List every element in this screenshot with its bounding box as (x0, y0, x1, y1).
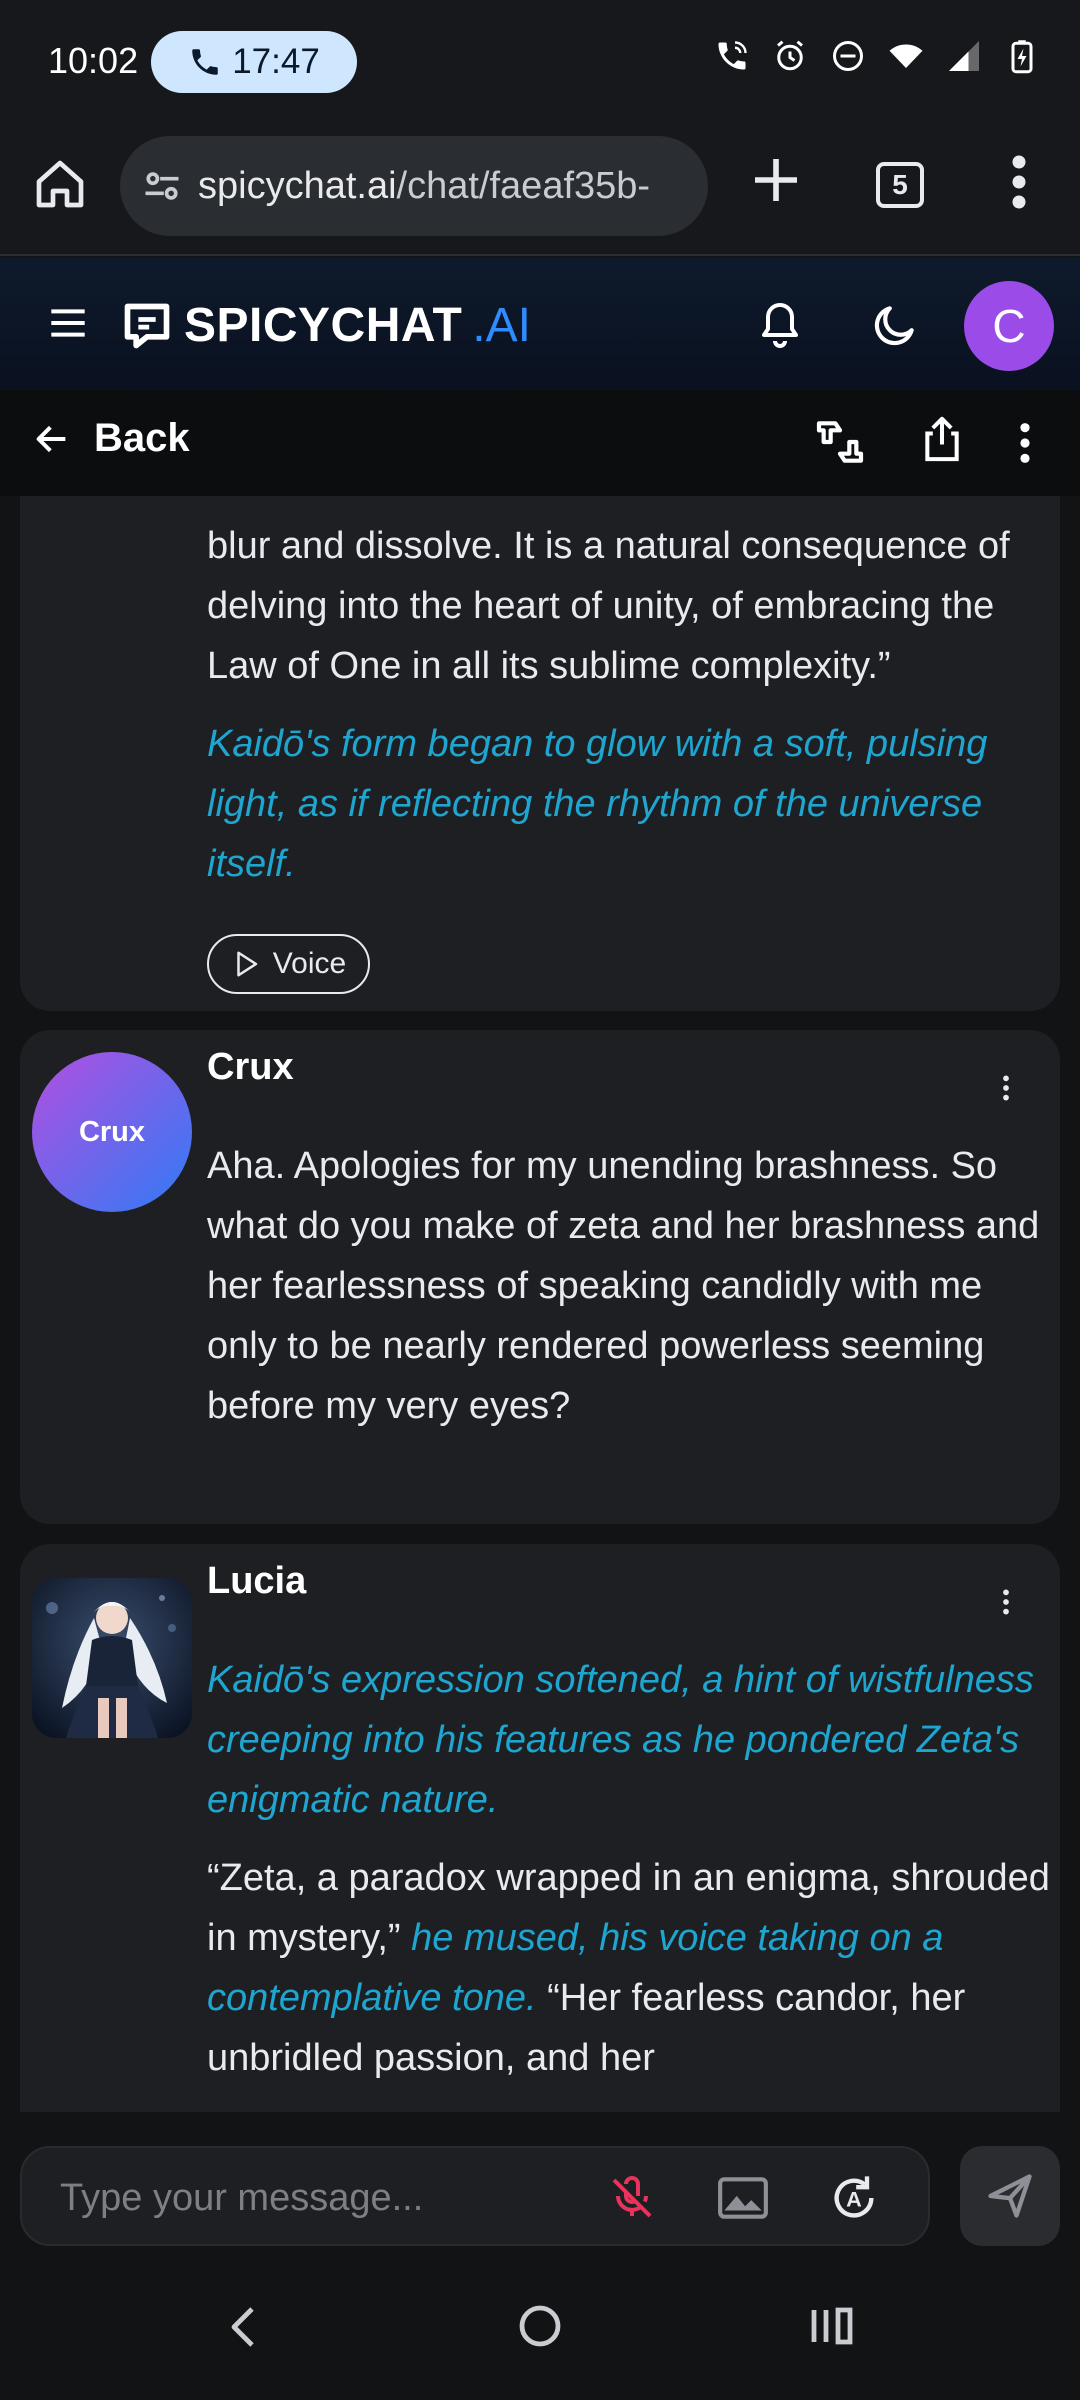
speaker-name: Lucia (207, 1560, 307, 1602)
voice-label: Voice (272, 947, 347, 980)
message-composer: A (0, 2112, 1080, 2260)
speaker-name: Crux (207, 1046, 294, 1088)
message-text: Aha. Apologies for my unending brashness… (207, 1145, 1040, 1427)
avatar[interactable]: Crux (32, 1052, 192, 1212)
image-icon[interactable] (716, 2174, 770, 2222)
message-card: Lucia Kaidō's expression softened, a hin… (20, 1544, 1060, 2112)
site-logo[interactable]: SPICYCHAT .AI (120, 298, 531, 353)
message-input[interactable] (60, 2170, 580, 2226)
message-text: blur and dissolve. It is a natural conse… (207, 525, 1010, 687)
message-text: “Zeta, a paradox wrapped in an enigma, s… (207, 1848, 1057, 2088)
hamburger-menu-icon[interactable] (48, 306, 88, 340)
message-menu-icon[interactable] (1000, 1582, 1012, 1622)
arrow-left-icon (36, 425, 66, 452)
url-host: spicychat.ai (198, 164, 397, 207)
more-options-icon[interactable] (1012, 420, 1038, 466)
status-time: 10:02 (48, 40, 139, 81)
message-narration: Kaidō's form began to glow with a soft, … (207, 723, 988, 885)
tab-switcher-button[interactable]: 5 (876, 162, 924, 208)
nav-home-icon[interactable] (516, 2302, 564, 2350)
wifi-icon (889, 44, 923, 68)
call-timer: 17:47 (232, 42, 320, 81)
do-not-disturb-icon (833, 41, 863, 71)
nav-back-icon[interactable] (224, 2302, 264, 2352)
site-header: SPICYCHAT .AI (0, 258, 1080, 390)
signal-icon (949, 41, 979, 71)
status-bar: 10:02 17:47 (0, 0, 1080, 126)
user-avatar[interactable]: C (964, 281, 1054, 371)
avatar[interactable] (32, 1578, 192, 1738)
message-narration: Kaidō's expression softened, a hint of w… (207, 1659, 1034, 1821)
dark-mode-moon-icon[interactable] (870, 300, 920, 350)
message-card: Crux Crux Aha. Apologies for my unending… (20, 1030, 1060, 1524)
status-icons (714, 38, 1040, 74)
notifications-bell-icon[interactable] (756, 298, 804, 352)
browser-toolbar: spicychat.ai/chat/faeaf35b- 5 (0, 126, 1080, 256)
new-tab-icon[interactable] (748, 152, 804, 208)
chat-message-list[interactable]: blur and dissolve. It is a natural conse… (0, 496, 1080, 2112)
svg-text:A: A (846, 2187, 862, 2212)
address-bar[interactable]: spicychat.ai/chat/faeaf35b- (120, 136, 708, 236)
back-button[interactable]: Back (32, 416, 190, 461)
tab-count: 5 (892, 169, 908, 200)
play-icon (237, 951, 258, 977)
url-path: /chat/faeaf35b- (396, 164, 651, 207)
message-input-container: A (20, 2146, 930, 2246)
site-settings-icon[interactable] (140, 164, 184, 208)
voice-play-button[interactable]: Voice (207, 934, 370, 994)
wifi-calling-icon (718, 41, 747, 70)
share-icon[interactable] (920, 412, 964, 466)
alarm-icon (777, 40, 803, 71)
phone-icon (192, 49, 218, 75)
ongoing-call-pill[interactable]: 17:47 (151, 31, 357, 93)
nav-recents-icon[interactable] (808, 2304, 856, 2348)
system-navigation-bar (0, 2260, 1080, 2400)
character-portrait-image (32, 1578, 192, 1738)
user-initial: C (992, 300, 1026, 352)
battery-charging-icon (1011, 40, 1033, 74)
auto-reply-icon[interactable]: A (828, 2172, 880, 2224)
avatar-label: Crux (78, 1115, 146, 1148)
browser-menu-icon[interactable] (1004, 152, 1034, 212)
send-icon (988, 2174, 1032, 2218)
home-icon[interactable] (32, 156, 88, 212)
send-button[interactable] (960, 2146, 1060, 2246)
message-menu-icon[interactable] (1000, 1068, 1012, 1108)
url-text: spicychat.ai/chat/faeaf35b- (198, 165, 650, 208)
swap-chat-icon[interactable] (812, 414, 868, 470)
message-card: blur and dissolve. It is a natural conse… (20, 496, 1060, 1011)
mic-off-icon[interactable] (608, 2174, 656, 2222)
brand-name: SPICYCHAT (184, 299, 463, 352)
brand-suffix: .AI (472, 299, 531, 352)
chat-toolbar: Back (0, 390, 1080, 496)
chat-bubble-logo-icon (124, 303, 170, 348)
back-label: Back (94, 416, 190, 460)
